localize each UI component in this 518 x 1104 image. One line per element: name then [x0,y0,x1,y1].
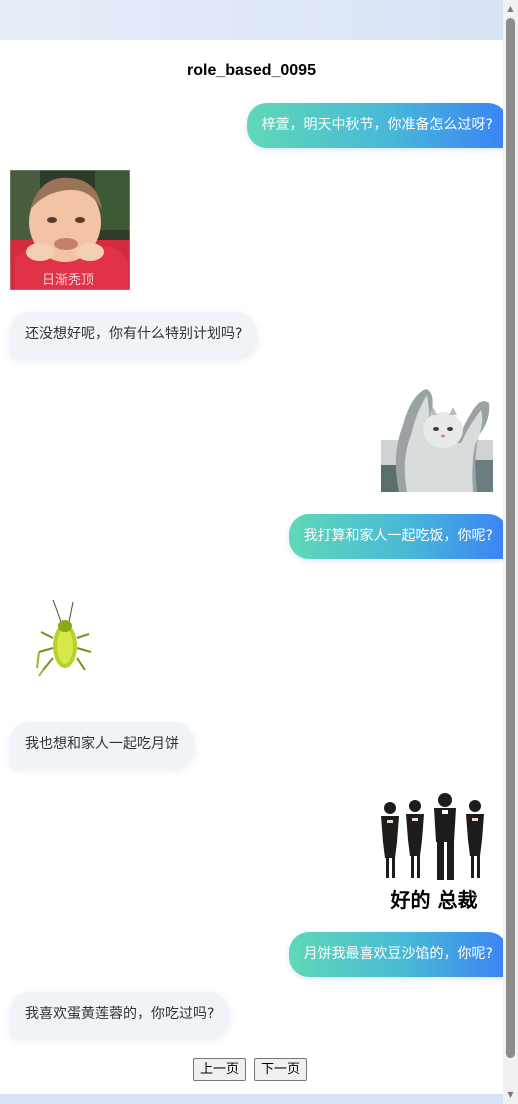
scroll-up-arrow-icon[interactable]: ▲ [506,4,515,14]
message-bubble-left: 我喜欢蛋黄莲蓉的，你吃过吗? [10,992,230,1037]
cat-raising-arms-sticker [381,385,493,492]
message-bubble-left: 我也想和家人一起吃月饼 [10,722,194,767]
message-bubble-left: 还没想好呢，你有什么特别计划吗? [10,312,258,357]
message-bubble-right: 月饼我最喜欢豆沙馅的，你呢? [288,932,508,977]
sticker-caption-watermark: 日渐秃顶 [42,273,95,288]
bottom-banner [0,1094,503,1104]
scroll-down-arrow-icon[interactable]: ▼ [506,1090,515,1100]
sticker-caption: 好的 总裁 [390,888,478,912]
next-page-button[interactable]: 下一页 [254,1058,308,1081]
dancing-cockroach-sticker [35,598,95,678]
scrollbar-thumb[interactable] [506,18,515,1058]
message-bubble-right: 我打算和家人一起吃饭，你呢? [288,514,508,559]
prev-page-button[interactable]: 上一页 [193,1058,247,1081]
conversation-title: role_based_0095 [187,62,316,79]
message-bubble-right: 梓萱，明天中秋节，你准备怎么过呀? [246,103,508,148]
top-banner [0,0,503,40]
